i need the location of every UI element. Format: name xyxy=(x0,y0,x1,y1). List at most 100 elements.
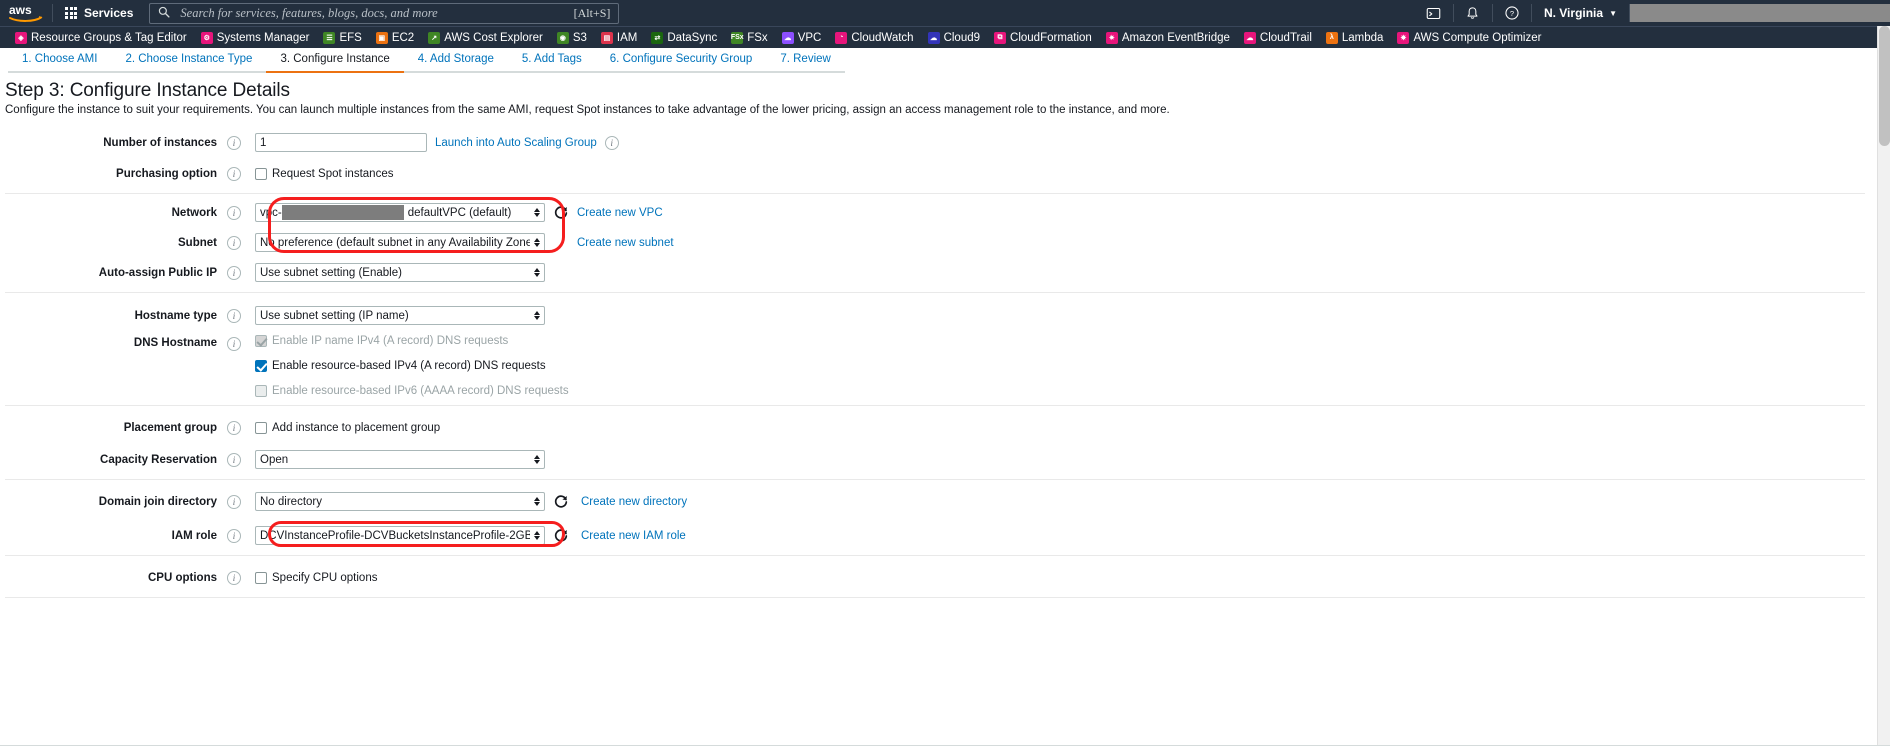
control-hostname-type: Use subnet setting (IP name) xyxy=(255,306,545,325)
favorite-cloudformation[interactable]: ⧉ CloudFormation xyxy=(987,27,1099,49)
refresh-directory-icon[interactable] xyxy=(553,494,569,510)
specify-cpu-options-checkbox[interactable] xyxy=(255,571,267,584)
aws-logo[interactable]: aws xyxy=(0,0,52,26)
create-new-subnet-link[interactable]: Create new subnet xyxy=(577,237,674,249)
info-placement-group[interactable]: i xyxy=(227,420,255,435)
request-spot-instances-checkbox[interactable] xyxy=(255,167,267,180)
info-network[interactable]: i xyxy=(227,205,255,220)
domain-join-directory-select[interactable]: No directory xyxy=(255,492,545,511)
topnav-right-cluster: ? N. Virginia ▼ xyxy=(1415,0,1890,26)
favorite-label: AWS Cost Explorer xyxy=(444,31,543,44)
favorite-fsx[interactable]: FSx FSx xyxy=(724,27,774,49)
account-menu-redacted[interactable] xyxy=(1630,4,1890,22)
network-vpc-prefix: vpc- xyxy=(260,206,282,219)
info-icon[interactable]: i xyxy=(227,135,241,150)
info-icon[interactable]: i xyxy=(227,265,241,280)
auto-assign-public-ip-select[interactable]: Use subnet setting (Enable) xyxy=(255,263,545,282)
info-number-of-instances[interactable]: i xyxy=(227,135,255,150)
create-new-iam-role-link[interactable]: Create new IAM role xyxy=(581,530,686,542)
wizard-step-3[interactable]: 3. Configure Instance xyxy=(266,52,404,73)
favorite-vpc[interactable]: ☁ VPC xyxy=(775,27,829,49)
wizard-step-4[interactable]: 4. Add Storage xyxy=(403,52,508,73)
service-icon: ⚙ xyxy=(200,31,213,44)
page-scrollbar[interactable] xyxy=(1877,26,1890,746)
number-of-instances-input[interactable] xyxy=(255,133,427,152)
help-icon[interactable]: ? xyxy=(1493,0,1531,26)
favorites-bar: ◈ Resource Groups & Tag Editor ⚙ Systems Ma… xyxy=(0,26,1890,48)
info-icon[interactable]: i xyxy=(227,420,241,435)
info-purchasing-option[interactable]: i xyxy=(227,166,255,181)
favorite-iam[interactable]: ▤ IAM xyxy=(594,27,644,49)
info-icon[interactable]: i xyxy=(227,570,241,585)
favorite-cloud9[interactable]: ☁ Cloud9 xyxy=(921,27,987,49)
wizard-step-2[interactable]: 2. Choose Instance Type xyxy=(111,52,267,73)
favorite-resource-groups-tag-editor[interactable]: ◈ Resource Groups & Tag Editor xyxy=(8,27,194,49)
dns-ipv4-checkbox xyxy=(255,335,267,347)
scrollbar-thumb[interactable] xyxy=(1879,26,1890,146)
info-subnet[interactable]: i xyxy=(227,235,255,250)
wizard-step-7[interactable]: 7. Review xyxy=(766,52,845,73)
search-input[interactable] xyxy=(178,4,566,22)
info-cpu-options[interactable]: i xyxy=(227,570,255,585)
row-domain-join-directory: Domain join directory i No directory Cre… xyxy=(5,489,1865,514)
info-iam-role[interactable]: i xyxy=(227,528,255,543)
favorite-cloudwatch[interactable]: ◔ CloudWatch xyxy=(828,27,920,49)
network-vpc-select[interactable]: vpc-defaultVPC (default) xyxy=(255,203,545,222)
info-hostname-type[interactable]: i xyxy=(227,308,255,323)
create-new-directory-link[interactable]: Create new directory xyxy=(581,496,687,508)
cloudshell-icon[interactable] xyxy=(1415,0,1453,26)
add-to-placement-group-label[interactable]: Add instance to placement group xyxy=(272,422,440,434)
refresh-vpc-icon[interactable] xyxy=(553,205,569,221)
wizard-step-1[interactable]: 1. Choose AMI xyxy=(8,52,112,73)
favorite-s3[interactable]: ◉ S3 xyxy=(550,27,594,49)
dns-option-ipv4-a-record[interactable]: Enable IP name IPv4 (A record) DNS reque… xyxy=(255,335,508,347)
favorite-lambda[interactable]: λ Lambda xyxy=(1319,27,1391,49)
launch-into-asg-link[interactable]: Launch into Auto Scaling Group xyxy=(435,137,597,149)
favorite-efs[interactable]: ☰ EFS xyxy=(316,27,368,49)
info-icon[interactable]: i xyxy=(604,135,619,150)
info-domain-join-directory[interactable]: i xyxy=(227,494,255,509)
info-icon[interactable]: i xyxy=(227,494,241,509)
hostname-type-select[interactable]: Use subnet setting (IP name) xyxy=(255,306,545,325)
row-hostname-type: Hostname type i Use subnet setting (IP n… xyxy=(5,303,1865,328)
wizard-step-tabs: 1. Choose AMI 2. Choose Instance Type 3. C… xyxy=(0,48,1890,73)
group-hostname: Hostname type i Use subnet setting (IP n… xyxy=(5,293,1865,406)
group-instances: Number of instances i Launch into Auto S… xyxy=(5,124,1865,194)
info-icon[interactable]: i xyxy=(227,166,241,181)
service-icon: ◈ xyxy=(15,31,27,44)
subnet-select[interactable]: No preference (default subnet in any Ava… xyxy=(255,233,545,252)
specify-cpu-options-label[interactable]: Specify CPU options xyxy=(272,572,377,584)
request-spot-instances-label[interactable]: Request Spot instances xyxy=(272,168,393,180)
info-capacity-reservation[interactable]: i xyxy=(227,452,255,467)
info-icon[interactable]: i xyxy=(227,528,241,543)
wizard-step-6[interactable]: 6. Configure Security Group xyxy=(595,52,767,73)
info-icon[interactable]: i xyxy=(227,205,241,220)
refresh-iam-role-icon[interactable] xyxy=(553,528,569,544)
capacity-reservation-select[interactable]: Open xyxy=(255,450,545,469)
info-icon[interactable]: i xyxy=(227,308,241,323)
dns-option-resource-based-ipv4[interactable]: Enable resource-based IPv4 (A record) DN… xyxy=(255,360,546,372)
iam-role-select[interactable]: DCVInstanceProfile-DCVBucketsInstancePro… xyxy=(255,526,545,545)
favorite-datasync[interactable]: ⇄ DataSync xyxy=(644,27,724,49)
favorite-systems-manager[interactable]: ⚙ Systems Manager xyxy=(194,27,317,49)
favorite-amazon-eventbridge[interactable]: ✷ Amazon EventBridge xyxy=(1099,27,1237,49)
dns-resource-ipv4-label[interactable]: Enable resource-based IPv4 (A record) DN… xyxy=(272,360,546,372)
info-icon[interactable]: i xyxy=(227,337,241,351)
create-new-vpc-link[interactable]: Create new VPC xyxy=(577,207,663,219)
favorite-aws-cost-explorer[interactable]: ↗ AWS Cost Explorer xyxy=(421,27,550,49)
favorite-aws-compute-optimizer[interactable]: ✵ AWS Compute Optimizer xyxy=(1390,27,1548,49)
info-dns-hostname[interactable]: i xyxy=(227,335,255,351)
favorite-cloudtrail[interactable]: ☁ CloudTrail xyxy=(1237,27,1319,49)
info-icon[interactable]: i xyxy=(227,452,241,467)
region-selector[interactable]: N. Virginia ▼ xyxy=(1532,0,1629,26)
dns-resource-ipv4-checkbox[interactable] xyxy=(255,360,267,372)
info-auto-assign-public-ip[interactable]: i xyxy=(227,265,255,280)
favorite-ec2[interactable]: ▣ EC2 xyxy=(369,27,421,49)
notifications-bell-icon[interactable] xyxy=(1454,0,1492,26)
global-search-bar[interactable]: [Alt+S] xyxy=(149,2,620,24)
add-to-placement-group-checkbox[interactable] xyxy=(255,421,267,434)
services-menu-button[interactable]: Services xyxy=(53,0,145,26)
wizard-step-5[interactable]: 5. Add Tags xyxy=(507,52,596,73)
control-purchasing-option: Request Spot instances xyxy=(255,167,393,180)
info-icon[interactable]: i xyxy=(227,235,241,250)
